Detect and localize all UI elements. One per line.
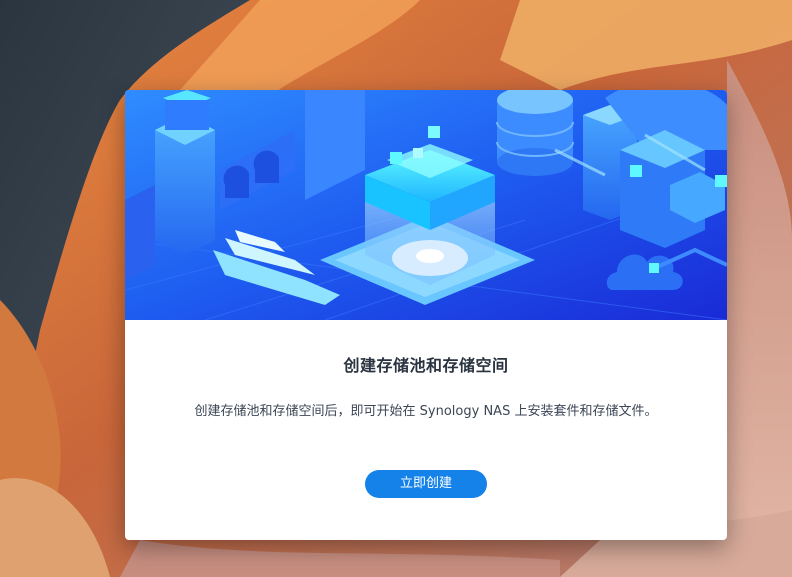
database-illustration	[496, 90, 574, 176]
dialog-title: 创建存储池和存储空间	[343, 356, 509, 375]
create-storage-dialog: 创建存储池和存储空间 创建存储池和存储空间后，即可开始在 Synology NA…	[125, 90, 727, 540]
dialog-description: 创建存储池和存储空间后，即可开始在 Synology NAS 上安装套件和存储文…	[194, 404, 658, 419]
create-now-button[interactable]: 立即创建	[365, 470, 487, 498]
storage-city-illustration	[125, 90, 727, 320]
